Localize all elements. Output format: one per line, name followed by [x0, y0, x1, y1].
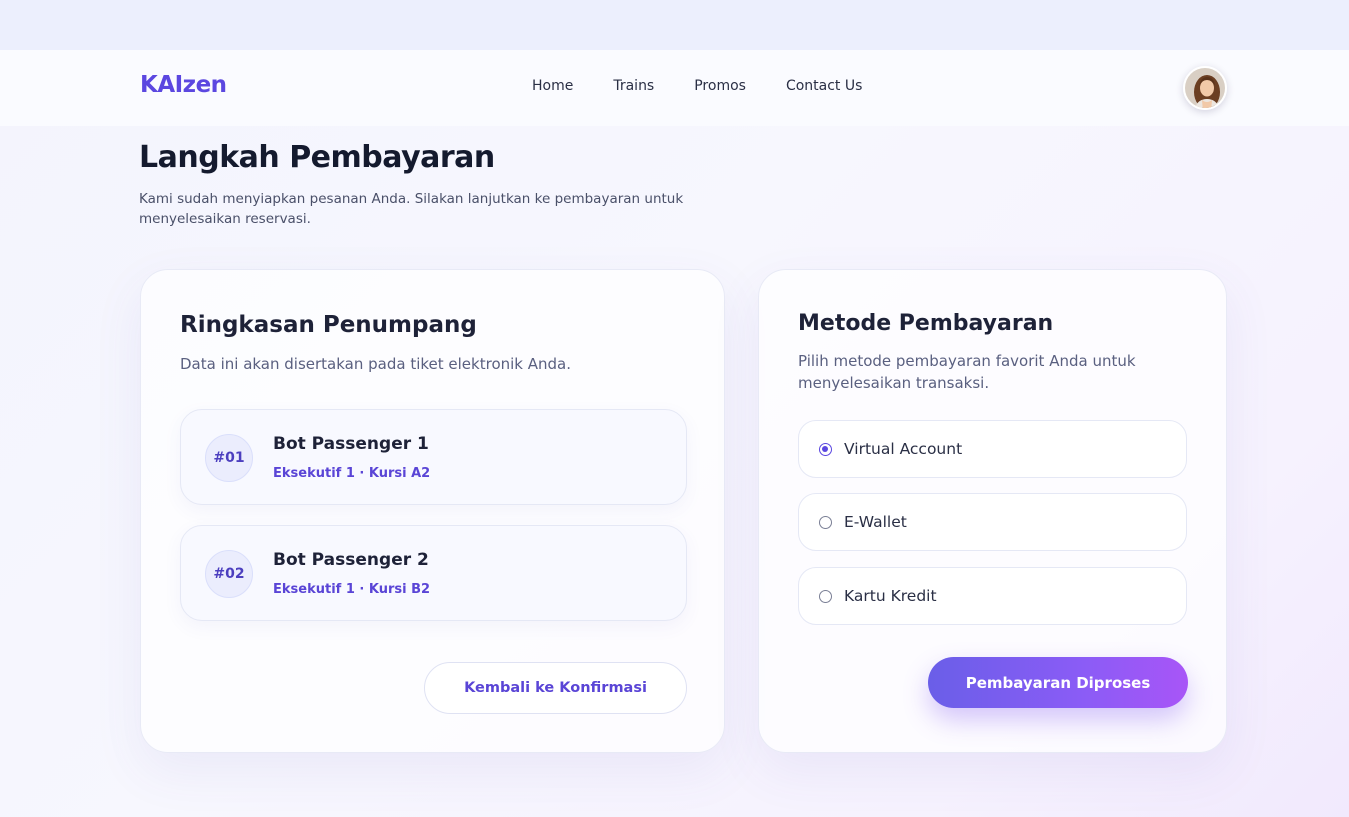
passenger-item: #02 Bot Passenger 2 Eksekutif 1 · Kursi …: [180, 525, 687, 621]
passenger-summary-subtitle: Data ini akan disertakan pada tiket elek…: [180, 355, 571, 373]
passenger-seat: Eksekutif 1 · Kursi A2: [273, 466, 431, 481]
payment-option-label: E-Wallet: [844, 513, 907, 531]
top-strip: [0, 0, 1349, 50]
brand-logo[interactable]: KAIzen: [140, 72, 227, 98]
payment-submit-button[interactable]: Pembayaran Diproses: [928, 657, 1188, 708]
payment-method-subtitle: Pilih metode pembayaran favorit Anda unt…: [798, 352, 1136, 392]
passenger-seat: Eksekutif 1 · Kursi B2: [273, 582, 431, 597]
payment-method-card: Metode Pembayaran Pilih metode pembayara…: [758, 269, 1227, 753]
passenger-name: Bot Passenger 2: [273, 550, 429, 570]
radio-unselected-icon[interactable]: [819, 589, 832, 603]
passenger-name: Bot Passenger 1: [273, 434, 429, 454]
passenger-summary-card: Ringkasan Penumpang Data ini akan disert…: [140, 269, 725, 753]
passenger-number-badge: #02: [205, 550, 253, 598]
radio-selected-icon[interactable]: [819, 442, 832, 456]
page-title: Langkah Pembayaran: [139, 140, 495, 175]
payment-method-title: Metode Pembayaran: [798, 311, 1054, 336]
payment-option-e-wallet[interactable]: E-Wallet: [798, 493, 1187, 551]
passenger-number-badge: #01: [205, 434, 253, 482]
nav-link-trains[interactable]: Trains: [613, 78, 654, 94]
nav-link-promos[interactable]: Promos: [694, 78, 746, 94]
nav-link-contact-us[interactable]: Contact Us: [786, 78, 862, 94]
payment-option-label: Kartu Kredit: [844, 587, 937, 605]
passenger-summary-title: Ringkasan Penumpang: [180, 312, 477, 338]
nav-link-home[interactable]: Home: [532, 78, 573, 94]
page-description: Kami sudah menyiapkan pesanan Anda. Sila…: [139, 191, 684, 227]
nav-links: Home Trains Promos Contact Us: [532, 78, 862, 94]
radio-unselected-icon[interactable]: [819, 515, 832, 529]
passenger-item: #01 Bot Passenger 1 Eksekutif 1 · Kursi …: [180, 409, 687, 505]
payment-option-label: Virtual Account: [844, 440, 963, 458]
user-avatar[interactable]: [1183, 66, 1227, 110]
payment-option-credit-card[interactable]: Kartu Kredit: [798, 567, 1187, 625]
back-to-confirmation-button[interactable]: Kembali ke Konfirmasi: [424, 662, 687, 714]
payment-option-virtual-account[interactable]: Virtual Account: [798, 420, 1187, 478]
